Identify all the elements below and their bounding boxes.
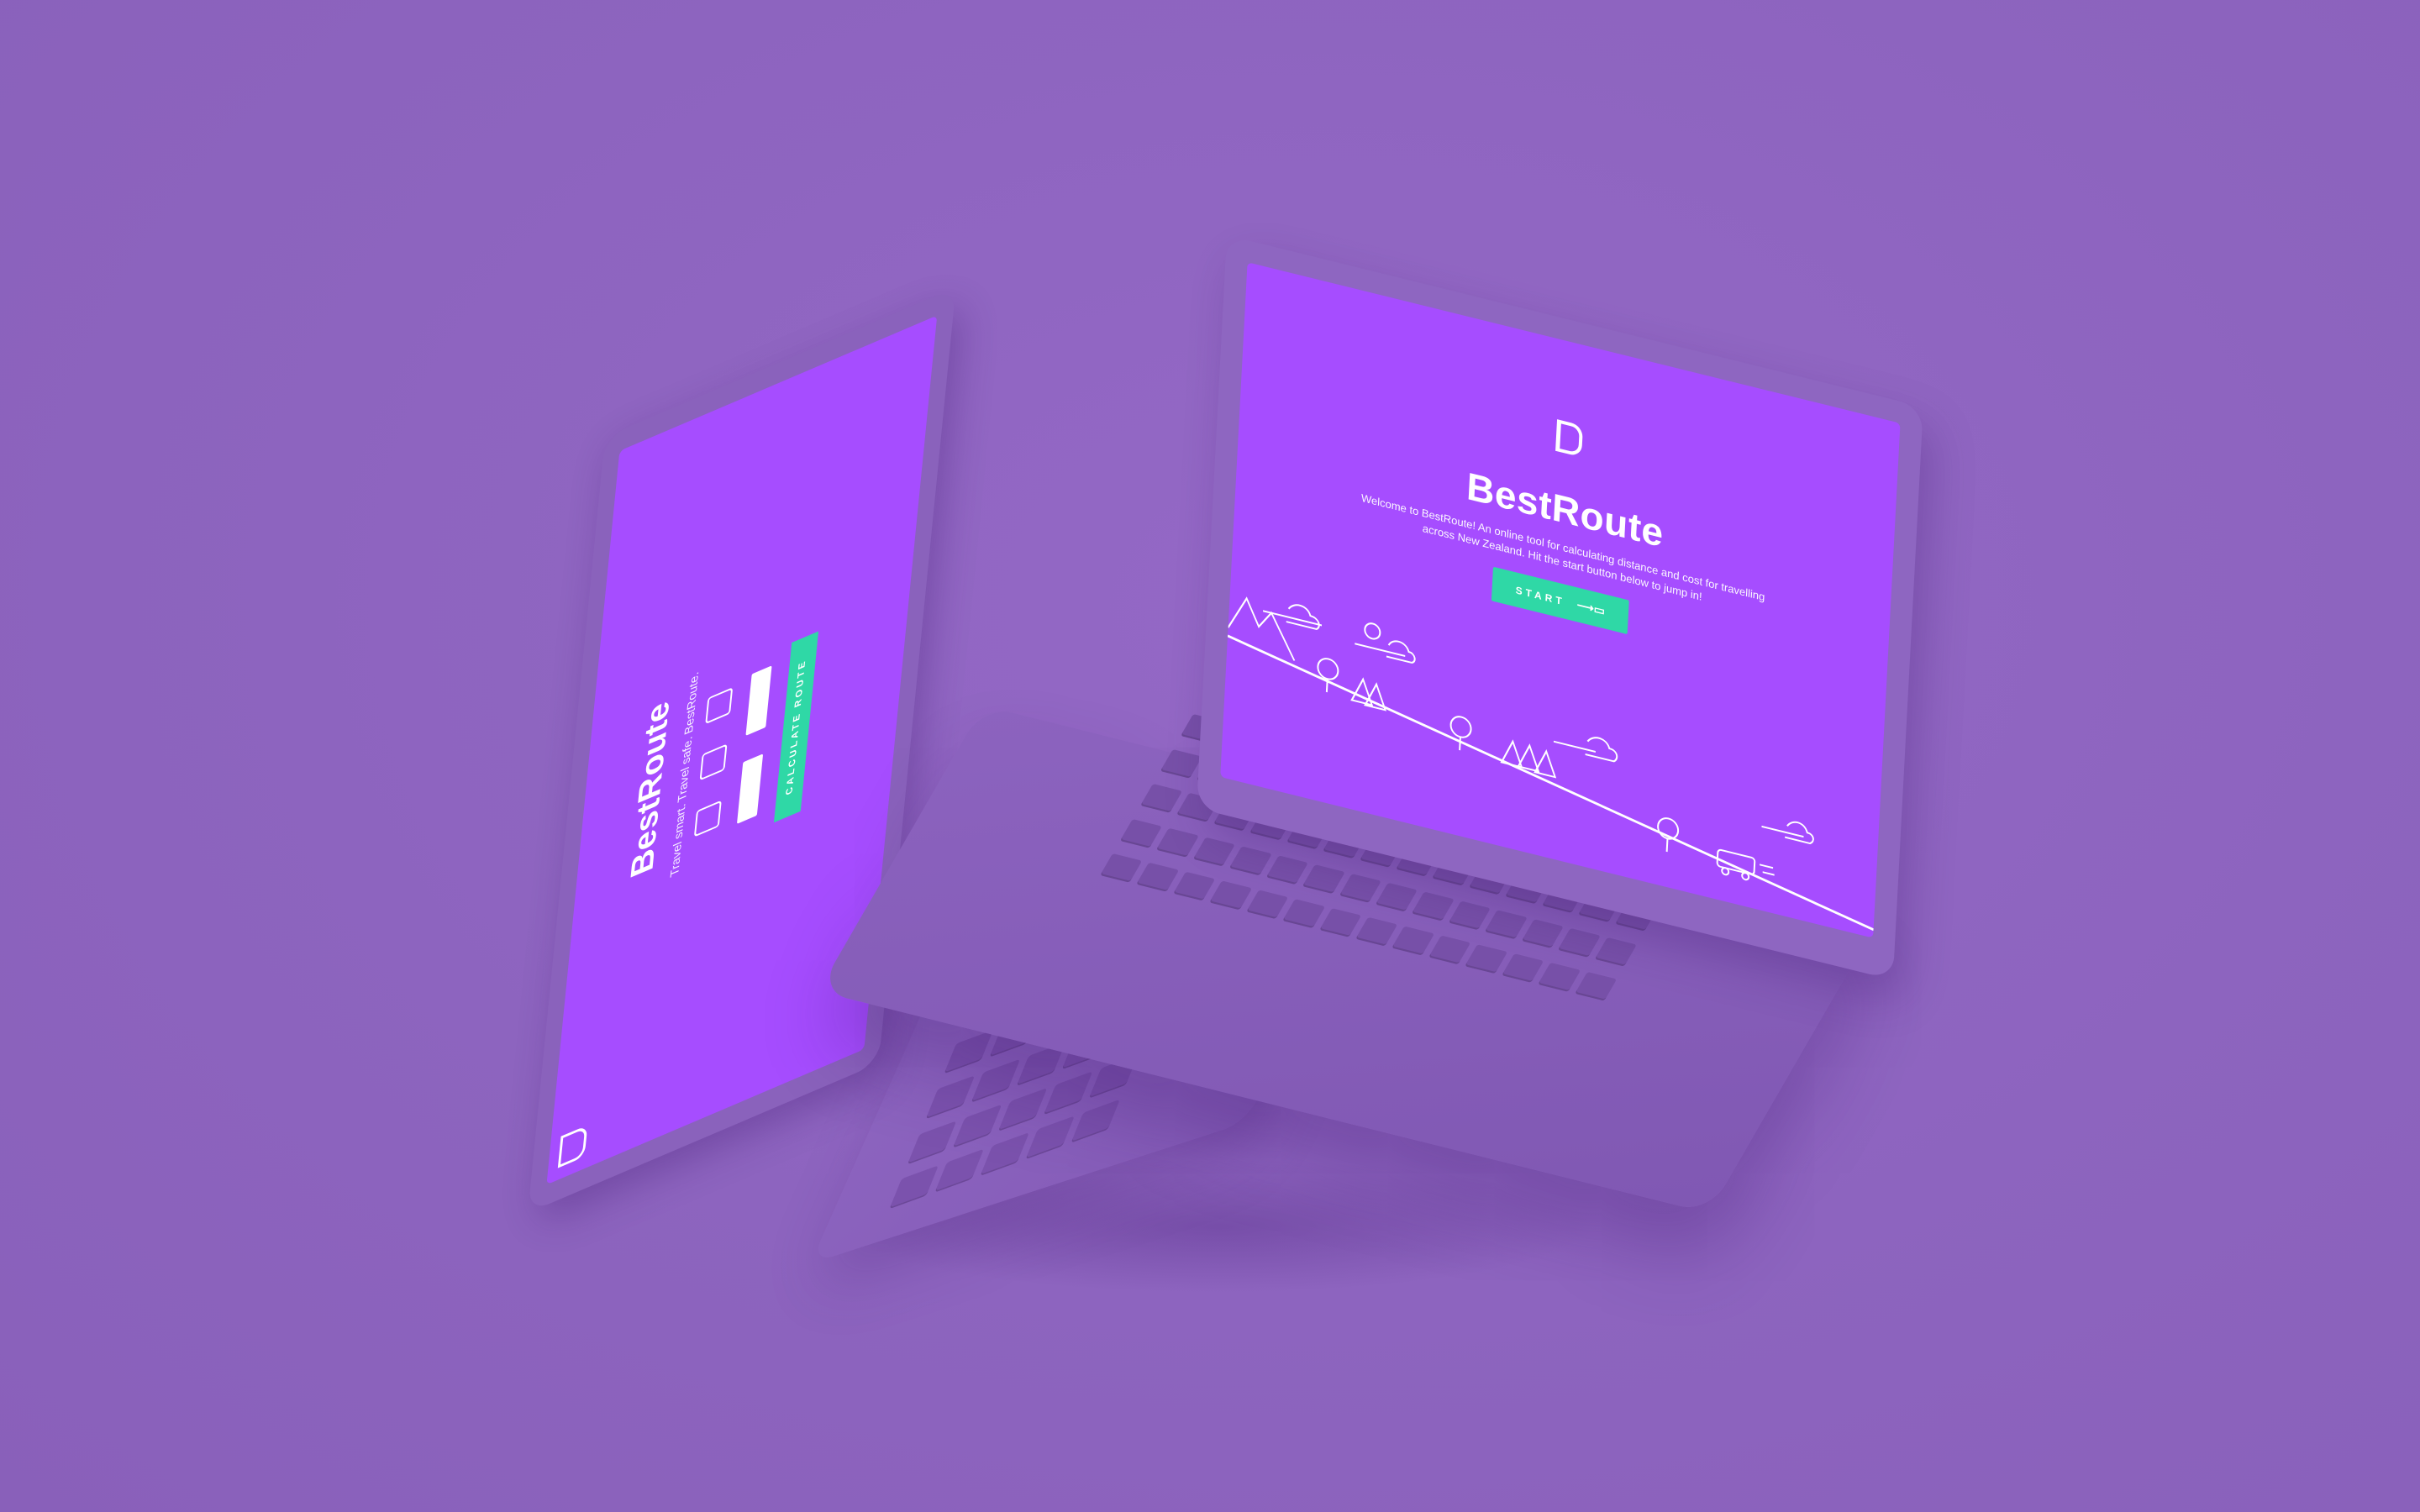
left-screen-content: BestRoute Travel smart. Travel safe. Bes… (558, 351, 925, 1150)
car-mode-icon[interactable] (693, 800, 722, 837)
cloud-icon (1553, 737, 1618, 763)
sun-icon (1355, 622, 1416, 664)
cloud-icon (1761, 821, 1814, 845)
right-laptop: BestRoute Welcome to BestRoute! An onlin… (818, 235, 1966, 1214)
start-button-label: START (1515, 583, 1566, 608)
bus-mode-icon[interactable] (705, 687, 734, 725)
tree-icon (1449, 716, 1472, 751)
start-location-input[interactable] (736, 753, 764, 824)
left-laptop-screen: BestRoute Travel smart. Travel safe. Bes… (546, 315, 938, 1185)
mockup-scene: BestRoute Travel smart. Travel safe. Bes… (0, 0, 2420, 1512)
right-laptop-screen: BestRoute Welcome to BestRoute! An onlin… (1220, 262, 1901, 938)
bestroute-b-logo-icon (1555, 419, 1583, 458)
calculate-route-button[interactable]: CALCULATE ROUTE (773, 630, 819, 823)
campervan-arrow-icon: ⟶▭ (1576, 597, 1606, 618)
tree-icon (1317, 658, 1339, 693)
campervan-mode-icon[interactable] (699, 743, 728, 781)
end-location-input[interactable] (745, 665, 772, 736)
pine-trees-icon (1500, 739, 1557, 779)
left-laptop-lid: BestRoute Travel smart. Travel safe. Bes… (528, 286, 956, 1214)
